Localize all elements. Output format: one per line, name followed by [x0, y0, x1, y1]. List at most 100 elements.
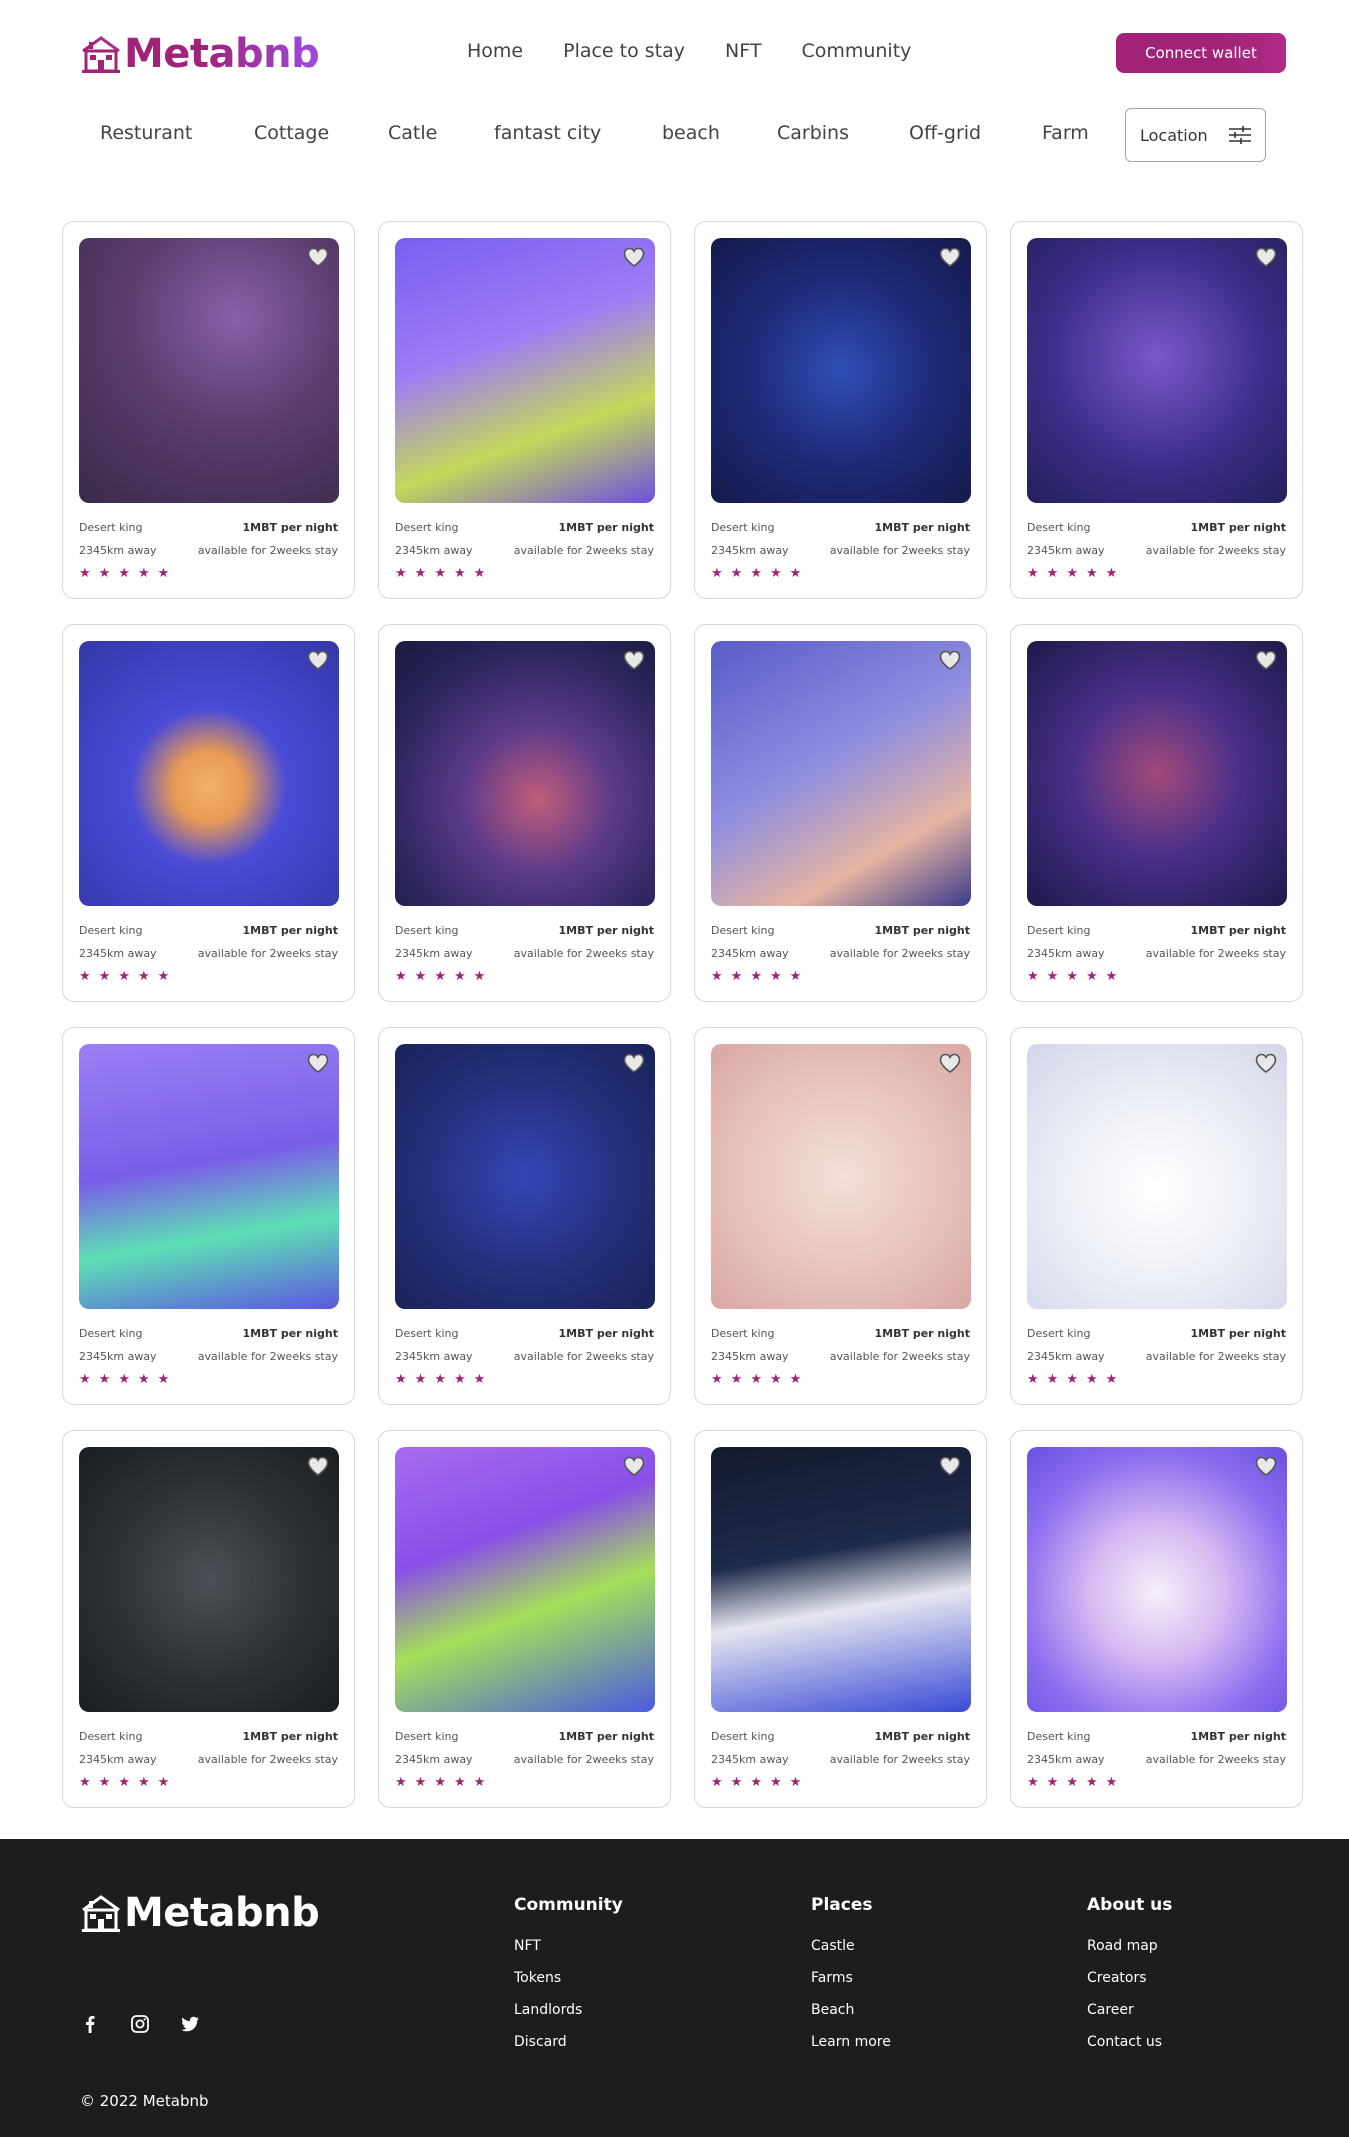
listing-card[interactable]: Desert king 1MBT per night 2345km away a… — [378, 221, 671, 599]
footer-link-road-map[interactable]: Road map — [1087, 1938, 1172, 1954]
listing-card[interactable]: Desert king 1MBT per night 2345km away a… — [1010, 1430, 1303, 1808]
star-icon: ★ — [750, 968, 762, 983]
listing-image[interactable] — [1027, 641, 1287, 906]
listing-image[interactable] — [79, 641, 339, 906]
filter-beach[interactable]: beach — [662, 122, 720, 144]
footer-link-beach[interactable]: Beach — [811, 2002, 891, 2018]
instagram-icon[interactable] — [130, 2014, 150, 2034]
listing-card[interactable]: Desert king 1MBT per night 2345km away a… — [1010, 1027, 1303, 1405]
footer-link-learn-more[interactable]: Learn more — [811, 2034, 891, 2050]
brand-logo[interactable]: Metabnb — [80, 32, 320, 76]
twitter-icon[interactable] — [180, 2014, 200, 2034]
listing-image[interactable] — [79, 238, 339, 503]
listing-card[interactable]: Desert king 1MBT per night 2345km away a… — [62, 624, 355, 1002]
listing-row-top: Desert king 1MBT per night — [1027, 1326, 1286, 1342]
listing-card[interactable]: Desert king 1MBT per night 2345km away a… — [694, 1430, 987, 1808]
star-icon: ★ — [157, 968, 170, 983]
nav-community[interactable]: Community — [801, 40, 911, 62]
listing-card[interactable]: Desert king 1MBT per night 2345km away a… — [62, 1430, 355, 1808]
listing-card[interactable]: Desert king 1MBT per night 2345km away a… — [62, 221, 355, 599]
favorite-heart-icon[interactable] — [1255, 1053, 1277, 1073]
favorite-heart-icon[interactable] — [1255, 247, 1277, 267]
connect-wallet-button[interactable]: Connect wallet — [1116, 33, 1286, 73]
location-filter-button[interactable]: Location — [1125, 108, 1266, 162]
listing-price: 1MBT per night — [242, 1730, 338, 1743]
listing-price: 1MBT per night — [242, 1327, 338, 1340]
listing-card[interactable]: Desert king 1MBT per night 2345km away a… — [694, 221, 987, 599]
favorite-heart-icon[interactable] — [307, 650, 329, 670]
favorite-heart-icon[interactable] — [939, 1053, 961, 1073]
footer-link-castle[interactable]: Castle — [811, 1938, 891, 1954]
listing-card[interactable]: Desert king 1MBT per night 2345km away a… — [1010, 221, 1303, 599]
filter-catle[interactable]: Catle — [388, 122, 437, 144]
main-nav: Home Place to stay NFT Community — [467, 40, 911, 62]
listing-image[interactable] — [395, 641, 655, 906]
favorite-heart-icon[interactable] — [307, 247, 329, 267]
listing-image[interactable] — [79, 1044, 339, 1309]
footer-link-farms[interactable]: Farms — [811, 1970, 891, 1986]
filter-cottage[interactable]: Cottage — [254, 122, 329, 144]
listing-row-top: Desert king 1MBT per night — [395, 923, 654, 939]
nav-place-to-stay[interactable]: Place to stay — [563, 40, 685, 62]
listing-distance: 2345km away — [79, 1350, 157, 1363]
listing-image[interactable] — [395, 1044, 655, 1309]
listing-name: Desert king — [79, 521, 143, 534]
listing-image[interactable] — [395, 238, 655, 503]
star-icon: ★ — [711, 565, 723, 580]
copyright-text: © 2022 Metabnb — [80, 2092, 209, 2110]
favorite-heart-icon[interactable] — [939, 1456, 961, 1476]
filter-fantast-city[interactable]: fantast city — [494, 122, 601, 144]
favorite-heart-icon[interactable] — [307, 1053, 329, 1073]
favorite-heart-icon[interactable] — [623, 247, 645, 267]
footer-link-nft[interactable]: NFT — [514, 1938, 623, 1954]
listing-image[interactable] — [711, 641, 971, 906]
listing-row-top: Desert king 1MBT per night — [1027, 1729, 1286, 1745]
filter-carbins[interactable]: Carbins — [777, 122, 849, 144]
nav-nft[interactable]: NFT — [725, 40, 761, 62]
listing-image[interactable] — [711, 1044, 971, 1309]
filter-off-grid[interactable]: Off-grid — [909, 122, 981, 144]
favorite-heart-icon[interactable] — [623, 1456, 645, 1476]
listing-image[interactable] — [395, 1447, 655, 1712]
filter-farm[interactable]: Farm — [1042, 122, 1089, 144]
listing-card[interactable]: Desert king 1MBT per night 2345km away a… — [378, 1027, 671, 1405]
listing-price: 1MBT per night — [1190, 924, 1286, 937]
listing-image[interactable] — [1027, 1447, 1287, 1712]
favorite-heart-icon[interactable] — [307, 1456, 329, 1476]
listing-name: Desert king — [711, 1730, 775, 1743]
listing-row-bottom: 2345km away available for 2weeks stay — [1027, 1752, 1286, 1768]
favorite-heart-icon[interactable] — [939, 650, 961, 670]
favorite-heart-icon[interactable] — [1255, 650, 1277, 670]
listing-card[interactable]: Desert king 1MBT per night 2345km away a… — [1010, 624, 1303, 1002]
filter-resturant[interactable]: Resturant — [100, 122, 192, 144]
star-icon: ★ — [434, 565, 446, 580]
listing-image[interactable] — [711, 238, 971, 503]
star-icon: ★ — [1085, 1371, 1098, 1386]
footer-link-career[interactable]: Career — [1087, 2002, 1172, 2018]
favorite-heart-icon[interactable] — [623, 1053, 645, 1073]
star-icon: ★ — [1027, 565, 1039, 580]
footer-link-creators[interactable]: Creators — [1087, 1970, 1172, 1986]
listing-image[interactable] — [1027, 238, 1287, 503]
star-icon: ★ — [473, 1774, 486, 1789]
listing-card[interactable]: Desert king 1MBT per night 2345km away a… — [694, 624, 987, 1002]
footer-link-discard[interactable]: Discard — [514, 2034, 623, 2050]
footer-logo[interactable]: Metabnb — [80, 1891, 320, 1935]
listing-name: Desert king — [395, 521, 459, 534]
listing-card[interactable]: Desert king 1MBT per night 2345km away a… — [62, 1027, 355, 1405]
footer-link-contact-us[interactable]: Contact us — [1087, 2034, 1172, 2050]
footer-link-tokens[interactable]: Tokens — [514, 1970, 623, 1986]
listing-card[interactable]: Desert king 1MBT per night 2345km away a… — [378, 1430, 671, 1808]
star-icon: ★ — [1105, 1774, 1118, 1789]
listing-card[interactable]: Desert king 1MBT per night 2345km away a… — [378, 624, 671, 1002]
facebook-icon[interactable] — [80, 2014, 100, 2034]
favorite-heart-icon[interactable] — [939, 247, 961, 267]
listing-card[interactable]: Desert king 1MBT per night 2345km away a… — [694, 1027, 987, 1405]
footer-link-landlords[interactable]: Landlords — [514, 2002, 623, 2018]
nav-home[interactable]: Home — [467, 40, 523, 62]
favorite-heart-icon[interactable] — [1255, 1456, 1277, 1476]
listing-image[interactable] — [79, 1447, 339, 1712]
listing-image[interactable] — [711, 1447, 971, 1712]
favorite-heart-icon[interactable] — [623, 650, 645, 670]
listing-image[interactable] — [1027, 1044, 1287, 1309]
